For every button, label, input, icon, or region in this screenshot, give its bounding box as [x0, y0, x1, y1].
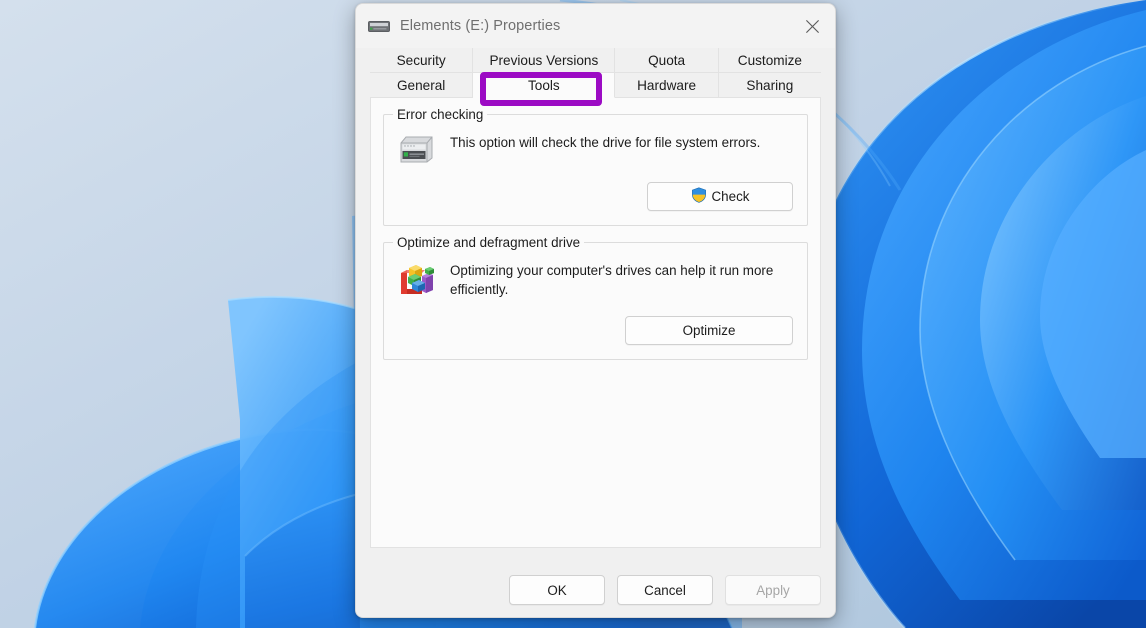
drive-properties-dialog: Elements (E:) Properties Security Previo…: [355, 3, 836, 618]
tab-label: General: [397, 78, 445, 93]
tools-tab-panel: Error checking: [370, 98, 821, 548]
tab-row-bottom: General Tools Hardware Sharing: [370, 73, 821, 98]
error-checking-description: This option will check the drive for fil…: [450, 131, 760, 169]
check-button[interactable]: Check: [647, 182, 793, 211]
cancel-button-label: Cancel: [644, 583, 686, 598]
cancel-button[interactable]: Cancel: [617, 575, 713, 605]
check-button-arrow-annotation: [833, 184, 836, 222]
drive-icon: [368, 20, 390, 32]
tab-previous-versions[interactable]: Previous Versions: [473, 48, 615, 73]
error-checking-group: Error checking: [383, 114, 808, 226]
close-icon[interactable]: [789, 4, 835, 48]
hard-drive-icon: [398, 131, 436, 169]
tab-tools[interactable]: Tools: [473, 73, 615, 98]
tab-label: Sharing: [746, 78, 793, 93]
error-checking-group-title: Error checking: [393, 107, 487, 122]
apply-button: Apply: [725, 575, 821, 605]
tab-customize[interactable]: Customize: [719, 48, 821, 73]
optimize-button-label: Optimize: [683, 323, 736, 338]
tab-label: Quota: [648, 53, 685, 68]
tab-label: Security: [397, 53, 446, 68]
tab-label: Previous Versions: [489, 53, 598, 68]
tab-quota[interactable]: Quota: [615, 48, 718, 73]
optimize-button[interactable]: Optimize: [625, 316, 793, 345]
ok-button[interactable]: OK: [509, 575, 605, 605]
optimize-group-title: Optimize and defragment drive: [393, 235, 584, 250]
window-title: Elements (E:) Properties: [400, 18, 560, 34]
tab-strip: Security Previous Versions Quota Customi…: [370, 48, 821, 98]
tab-label: Tools: [528, 78, 560, 93]
tab-security[interactable]: Security: [370, 48, 473, 73]
tab-hardware[interactable]: Hardware: [615, 73, 718, 98]
uac-shield-icon: [691, 187, 707, 206]
ok-button-label: OK: [547, 583, 566, 598]
tab-label: Hardware: [637, 78, 696, 93]
window-titlebar: Elements (E:) Properties: [356, 4, 835, 48]
optimize-defragment-group: Optimize and defragment drive: [383, 242, 808, 360]
tab-general[interactable]: General: [370, 73, 473, 98]
optimize-description: Optimizing your computer's drives can he…: [450, 259, 793, 303]
apply-button-label: Apply: [756, 583, 790, 598]
check-button-label: Check: [712, 189, 750, 204]
tab-label: Customize: [738, 53, 802, 68]
tab-sharing[interactable]: Sharing: [719, 73, 821, 98]
dialog-footer: OK Cancel Apply: [356, 563, 835, 617]
defragment-blocks-icon: [398, 259, 436, 303]
tab-row-top: Security Previous Versions Quota Customi…: [370, 48, 821, 73]
